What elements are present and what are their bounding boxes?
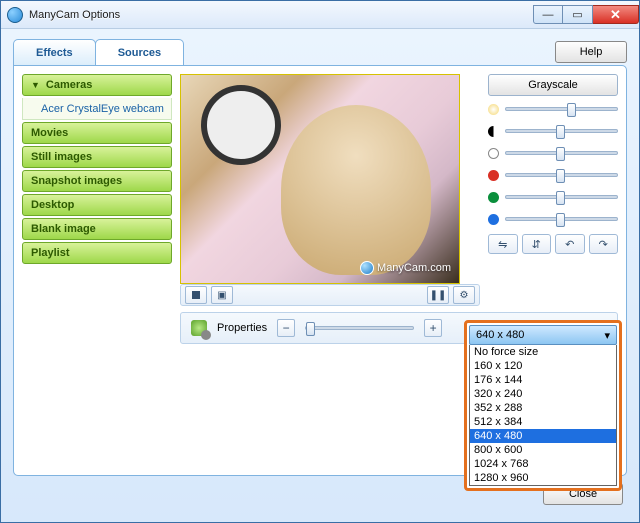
resolution-option[interactable]: 1024 x 768 xyxy=(470,457,616,471)
brightness-row xyxy=(488,100,618,118)
bw-row xyxy=(488,144,618,162)
flip-row: ⇋ ⇵ ↶ ↷ xyxy=(488,234,618,254)
chevron-down-icon: ▼ xyxy=(31,80,40,90)
section-label: Blank image xyxy=(31,223,96,235)
contrast-slider[interactable] xyxy=(505,129,618,133)
flip-vertical-button[interactable]: ⇵ xyxy=(522,234,552,254)
resolution-select[interactable]: 640 x 480 ▾ xyxy=(469,325,617,345)
resolution-option[interactable]: 352 x 288 xyxy=(470,401,616,415)
bw-icon xyxy=(488,148,499,159)
person-graphic xyxy=(281,105,431,275)
main-panel: ▼ Cameras Acer CrystalEye webcam Movies S… xyxy=(13,65,627,476)
zoom-out-button[interactable]: − xyxy=(277,319,295,337)
stop-button[interactable] xyxy=(185,286,207,304)
resolution-option[interactable]: 800 x 600 xyxy=(470,443,616,457)
green-row xyxy=(488,188,618,206)
grayscale-button[interactable]: Grayscale xyxy=(488,74,618,96)
top-row: Effects Sources Help xyxy=(13,39,627,65)
properties-icon xyxy=(191,320,207,336)
section-playlist[interactable]: Playlist xyxy=(22,242,172,264)
app-icon xyxy=(7,7,23,23)
resolution-selected: 640 x 480 xyxy=(476,329,524,341)
tab-sources[interactable]: Sources xyxy=(95,39,184,65)
section-blank-image[interactable]: Blank image xyxy=(22,218,172,240)
pause-button[interactable]: ❚❚ xyxy=(427,286,449,304)
brightness-slider[interactable] xyxy=(505,107,618,111)
blue-slider[interactable] xyxy=(505,217,618,221)
maximize-button[interactable]: ▭ xyxy=(563,5,593,24)
bw-slider[interactable] xyxy=(505,151,618,155)
green-icon xyxy=(488,192,499,203)
green-slider[interactable] xyxy=(505,195,618,199)
watermark-icon xyxy=(360,261,374,275)
resolution-option[interactable]: 512 x 384 xyxy=(470,415,616,429)
tab-effects[interactable]: Effects xyxy=(13,39,96,65)
help-button[interactable]: Help xyxy=(555,41,627,63)
resolution-option[interactable]: 1280 x 960 xyxy=(470,471,616,485)
section-label: Playlist xyxy=(31,247,70,259)
contrast-row xyxy=(488,122,618,140)
minimize-button[interactable]: — xyxy=(533,5,563,24)
resolution-option[interactable]: 160 x 120 xyxy=(470,359,616,373)
red-row xyxy=(488,166,618,184)
resolution-dropdown-highlight: 640 x 480 ▾ No force size 160 x 120 176 … xyxy=(464,320,622,491)
section-cameras[interactable]: ▼ Cameras xyxy=(22,74,172,96)
video-preview: ManyCam.com xyxy=(180,74,460,284)
section-label: Desktop xyxy=(31,199,74,211)
camera-item[interactable]: Acer CrystalEye webcam xyxy=(22,98,172,120)
window-root: ManyCam Options — ▭ ✕ Effects Sources He… xyxy=(0,0,640,523)
undo-button[interactable]: ↶ xyxy=(555,234,585,254)
zoom-slider[interactable] xyxy=(305,326,414,330)
redo-button[interactable]: ↷ xyxy=(589,234,619,254)
red-slider[interactable] xyxy=(505,173,618,177)
playback-bar: ▣ ❚❚ ⚙ xyxy=(180,284,480,306)
contrast-icon xyxy=(488,126,499,137)
sidebar: ▼ Cameras Acer CrystalEye webcam Movies S… xyxy=(22,74,172,467)
watermark: ManyCam.com xyxy=(360,261,451,275)
red-icon xyxy=(488,170,499,181)
watermark-text: ManyCam.com xyxy=(377,262,451,274)
blue-row xyxy=(488,210,618,228)
preview-box: ManyCam.com ▣ ❚❚ ⚙ xyxy=(180,74,480,306)
chevron-down-icon: ▾ xyxy=(604,329,610,342)
section-desktop[interactable]: Desktop xyxy=(22,194,172,216)
pip-button[interactable]: ▣ xyxy=(211,286,233,304)
titlebar: ManyCam Options — ▭ ✕ xyxy=(1,1,639,29)
zoom-in-button[interactable]: + xyxy=(424,319,442,337)
section-still-images[interactable]: Still images xyxy=(22,146,172,168)
window-title: ManyCam Options xyxy=(29,9,120,21)
properties-label: Properties xyxy=(217,322,267,334)
section-label: Cameras xyxy=(46,79,92,91)
section-movies[interactable]: Movies xyxy=(22,122,172,144)
preview-row: ManyCam.com ▣ ❚❚ ⚙ Grayscale xyxy=(180,74,618,306)
flip-horizontal-button[interactable]: ⇋ xyxy=(488,234,518,254)
resolution-option-list: No force size 160 x 120 176 x 144 320 x … xyxy=(469,345,617,486)
resolution-option[interactable]: No force size xyxy=(470,345,616,359)
settings-gear-button[interactable]: ⚙ xyxy=(453,286,475,304)
client-area: Effects Sources Help ▼ Cameras Acer Cryst… xyxy=(1,29,639,522)
blue-icon xyxy=(488,214,499,225)
resolution-option[interactable]: 320 x 240 xyxy=(470,387,616,401)
section-label: Snapshot images xyxy=(31,175,122,187)
resolution-option[interactable]: 176 x 144 xyxy=(470,373,616,387)
tabstrip: Effects Sources xyxy=(13,39,183,65)
adjust-panel: Grayscale ⇋ ⇵ ↶ ↷ xyxy=(488,74,618,306)
section-label: Movies xyxy=(31,127,68,139)
clock-graphic xyxy=(201,85,281,165)
section-label: Still images xyxy=(31,151,92,163)
window-buttons: — ▭ ✕ xyxy=(533,5,639,24)
section-snapshot-images[interactable]: Snapshot images xyxy=(22,170,172,192)
close-window-button[interactable]: ✕ xyxy=(593,5,639,24)
resolution-option-selected[interactable]: 640 x 480 xyxy=(470,429,616,443)
brightness-icon xyxy=(488,104,499,115)
